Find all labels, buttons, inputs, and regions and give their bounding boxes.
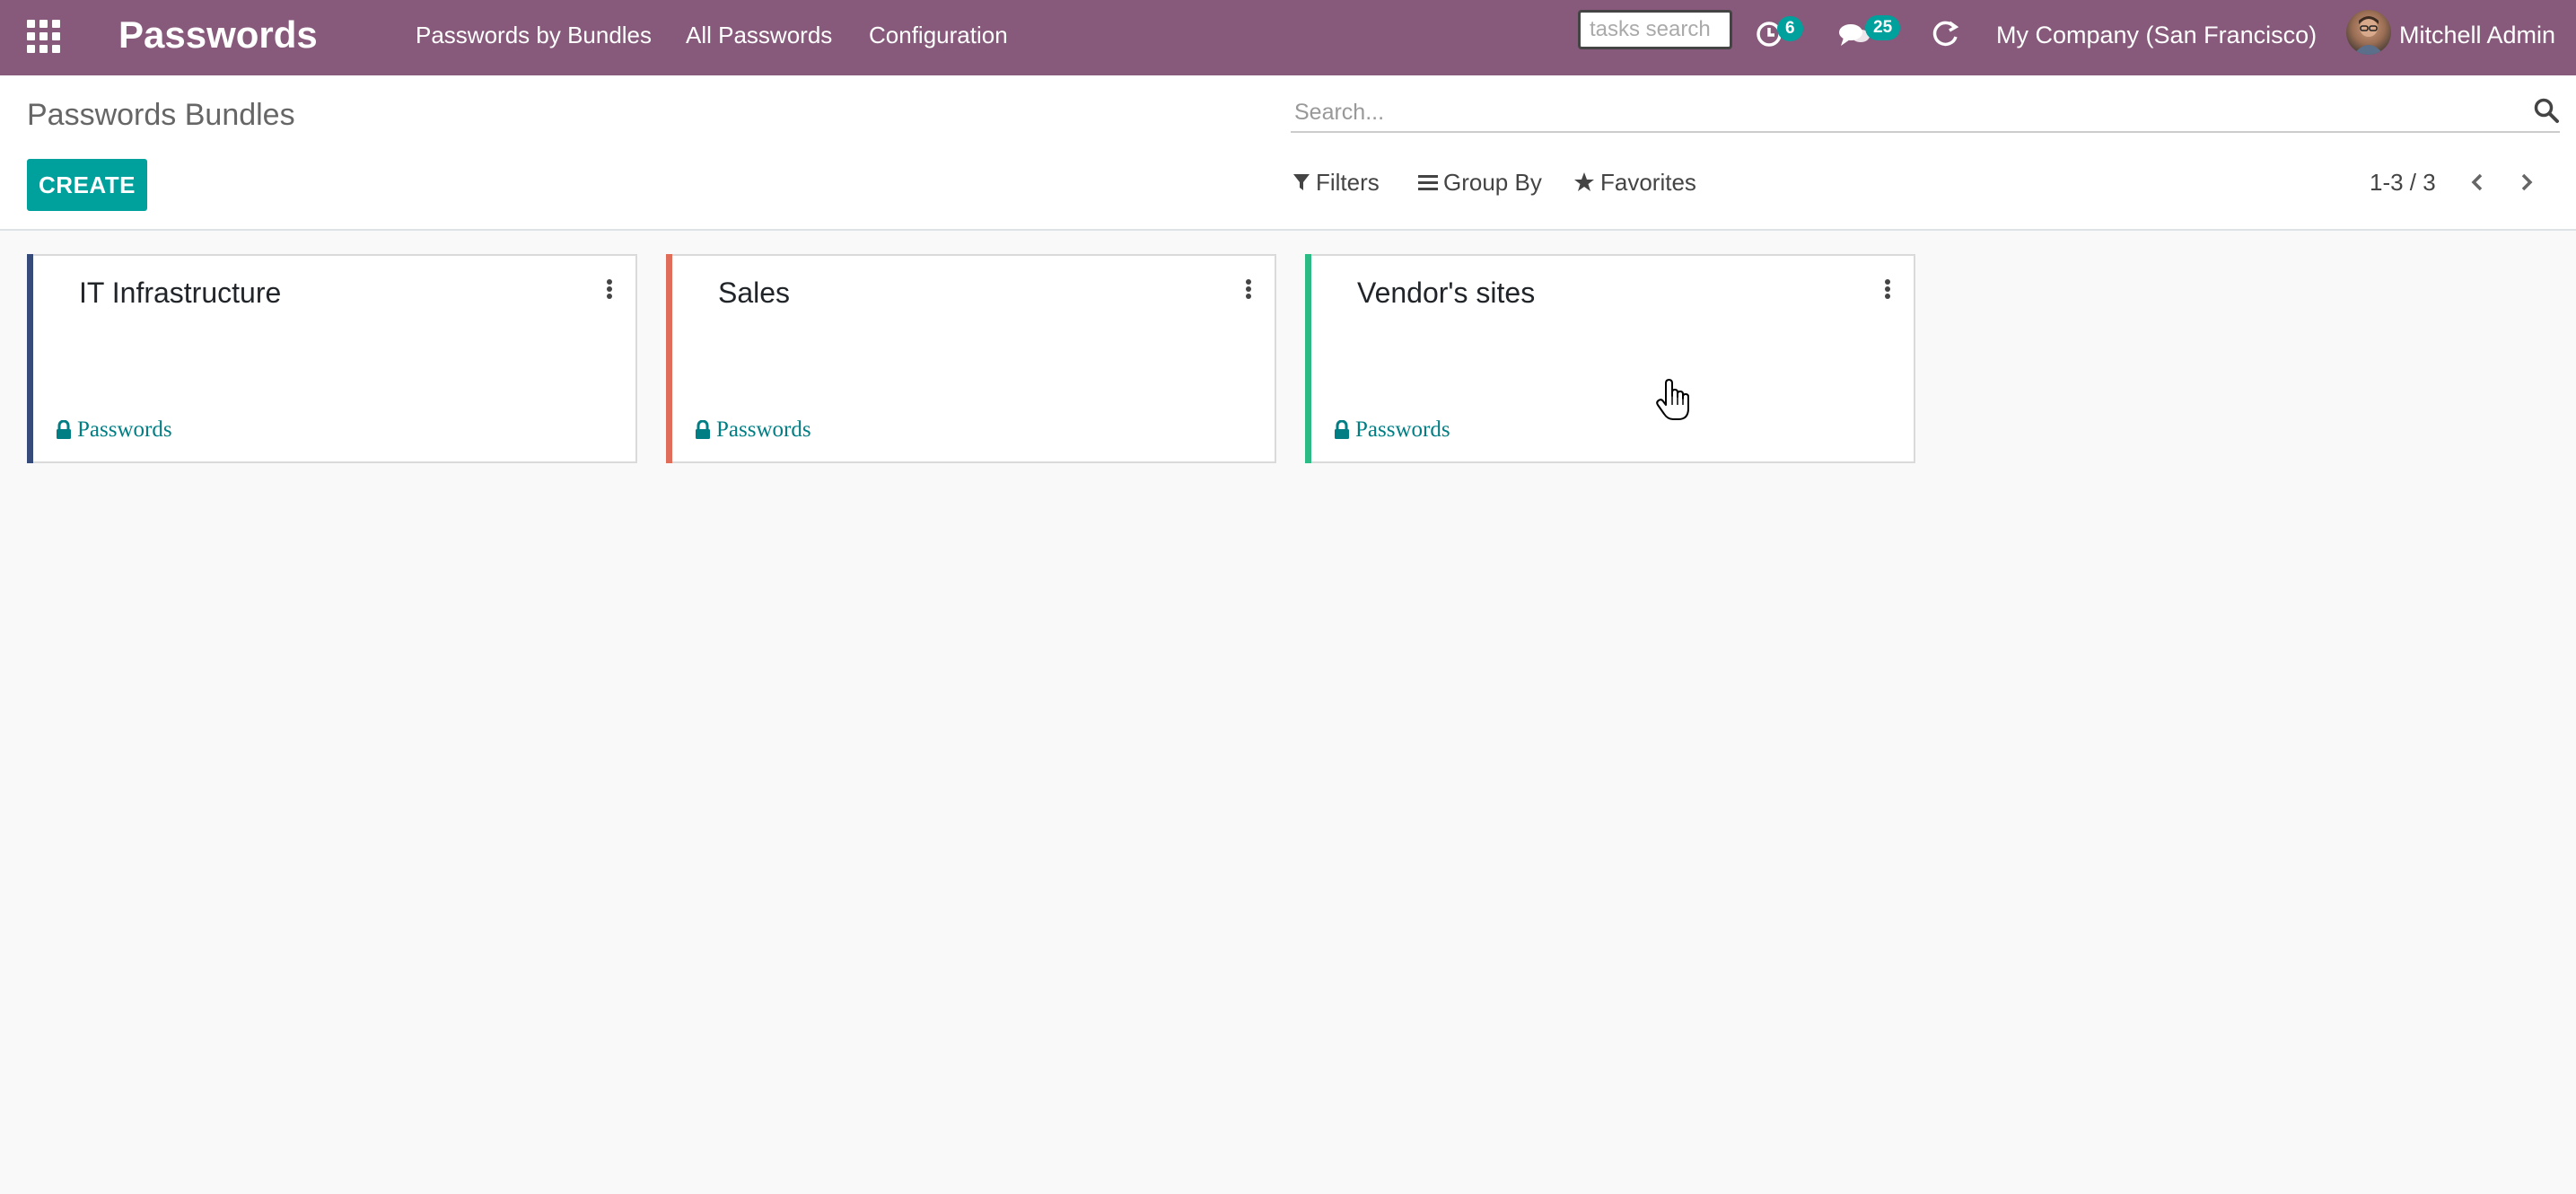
phone-icon[interactable] (1930, 19, 1960, 54)
group-by-label: Group By (1443, 169, 1542, 196)
lock-icon (1335, 420, 1349, 439)
pager-next-icon[interactable] (2513, 167, 2540, 198)
control-panel: Passwords Bundles CREATE Filters Group B… (0, 75, 2576, 231)
card-title: Vendor's sites (1357, 277, 1536, 309)
hand-cursor-icon (1655, 378, 1691, 423)
page-title: Passwords Bundles (27, 98, 295, 132)
card-passwords-link[interactable]: Passwords (1334, 417, 1450, 443)
search-input[interactable] (1292, 95, 2499, 129)
card-color-stripe (27, 254, 33, 463)
card-passwords-link[interactable]: Passwords (695, 417, 811, 443)
top-navbar: Passwords Passwords by Bundles All Passw… (0, 0, 2576, 75)
card-color-stripe (1305, 254, 1311, 463)
activity-count-badge: 6 (1777, 16, 1803, 41)
card-dropdown-icon[interactable] (1881, 277, 1894, 304)
create-button[interactable]: CREATE (27, 159, 147, 211)
kanban-card[interactable]: Vendor's sites Passwords (1305, 254, 1915, 463)
card-link-label: Passwords (716, 417, 811, 442)
filter-icon (1293, 174, 1310, 190)
card-color-stripe (666, 254, 672, 463)
pager-previous-icon[interactable] (2464, 167, 2491, 198)
filters-button[interactable]: Filters (1292, 167, 1380, 198)
menu-passwords-by-bundles[interactable]: Passwords by Bundles (416, 20, 652, 50)
messages-count-badge: 25 (1865, 15, 1901, 40)
lock-icon (57, 420, 71, 439)
lock-icon (696, 420, 710, 439)
card-link-label: Passwords (77, 417, 172, 442)
app-title[interactable]: Passwords (118, 11, 318, 59)
kanban-card[interactable]: Sales Passwords (666, 254, 1276, 463)
menu-configuration[interactable]: Configuration (869, 20, 1008, 50)
company-switcher[interactable]: My Company (San Francisco) (1996, 20, 2317, 50)
card-title: Sales (718, 277, 791, 309)
card-dropdown-icon[interactable] (603, 277, 616, 304)
favorites-button[interactable]: Favorites (1573, 167, 1696, 198)
favorites-label: Favorites (1600, 169, 1696, 196)
card-title: IT Infrastructure (79, 277, 282, 309)
card-dropdown-icon[interactable] (1242, 277, 1255, 304)
kanban-card[interactable]: IT Infrastructure Passwords (27, 254, 637, 463)
pager-value[interactable]: 1-3 / 3 (2370, 167, 2436, 198)
group-by-button[interactable]: Group By (1418, 167, 1542, 198)
star-icon (1574, 172, 1594, 191)
apps-menu-icon[interactable] (27, 20, 61, 54)
menu-all-passwords[interactable]: All Passwords (686, 20, 832, 50)
card-passwords-link[interactable]: Passwords (56, 417, 172, 443)
filters-label: Filters (1316, 169, 1380, 196)
list-icon (1418, 175, 1438, 190)
card-link-label: Passwords (1355, 417, 1450, 442)
user-avatar[interactable] (2346, 10, 2391, 55)
user-menu[interactable]: Mitchell Admin (2399, 20, 2555, 50)
tasks-search-input[interactable] (1578, 10, 1732, 49)
search-icon[interactable] (2533, 97, 2560, 124)
search-bar (1291, 92, 2560, 133)
